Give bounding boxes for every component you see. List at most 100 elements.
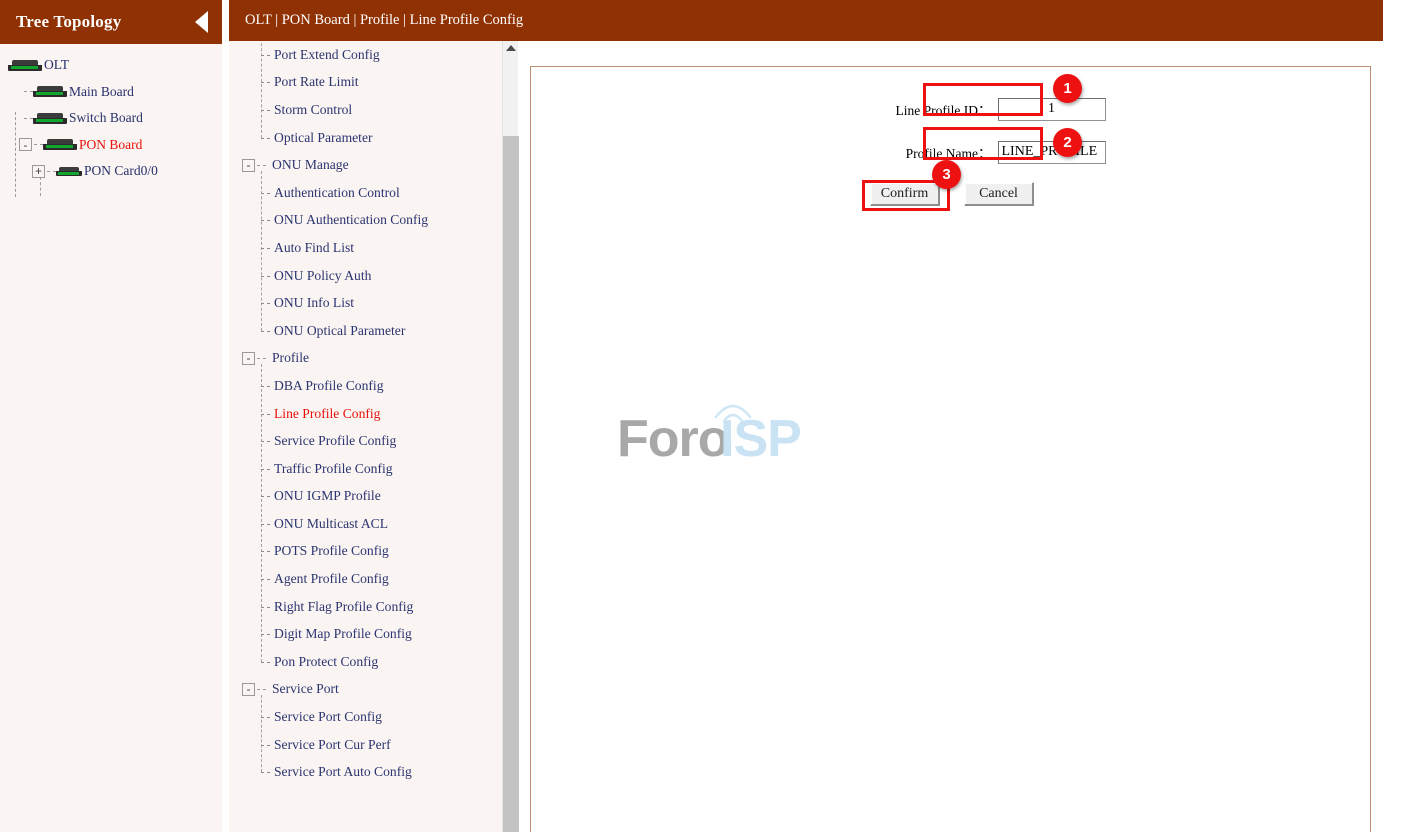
device-icon: [56, 166, 82, 176]
confirm-button[interactable]: Confirm: [869, 182, 940, 206]
menu-item-port-rate-limit[interactable]: Port Rate Limit: [229, 69, 502, 97]
menu-tree-connector: [261, 400, 271, 428]
menu-item-label: Agent Profile Config: [274, 571, 389, 587]
menu-tree-connector: [261, 289, 271, 317]
menu-item-label: ONU Manage: [272, 157, 349, 173]
line-profile-id-input[interactable]: [997, 97, 1106, 121]
menu-item-optical-parameter[interactable]: Optical Parameter: [229, 124, 502, 152]
tree-node-label: Switch Board: [69, 110, 143, 126]
menu-tree-connector: [261, 703, 271, 731]
menu-item-onu-igmp-profile[interactable]: ONU IGMP Profile: [229, 483, 502, 511]
tree-node-pon-card-0-0[interactable]: + PON Card0/0: [0, 158, 222, 185]
menu-item-label: Service Profile Config: [274, 433, 397, 449]
menu-tree-connector: [261, 427, 271, 455]
collapse-expander-icon[interactable]: -: [19, 138, 32, 152]
tree-connector: [24, 117, 33, 119]
line-profile-id-label: Line Profile ID：: [895, 103, 992, 118]
device-icon: [8, 59, 42, 71]
menu-item-onu-authentication-config[interactable]: ONU Authentication Config: [229, 207, 502, 235]
menu-item-service-profile-config[interactable]: Service Profile Config: [229, 427, 502, 455]
menu-item-onu-policy-auth[interactable]: ONU Policy Auth: [229, 262, 502, 290]
menu-item-label: DBA Profile Config: [274, 377, 384, 393]
menu-item-service-port-config[interactable]: Service Port Config: [229, 703, 502, 731]
content-panel: Line Profile ID： Profile Name： Confirm C…: [530, 66, 1371, 832]
menu-item-line-profile-config[interactable]: Line Profile Config: [229, 400, 502, 428]
menu-item-profile[interactable]: - Profile: [229, 345, 502, 373]
menu-item-onu-multicast-acl[interactable]: ONU Multicast ACL: [229, 510, 502, 538]
menu-item-label: Service Port Cur Perf: [274, 736, 391, 752]
menu-item-service-port-auto-config[interactable]: Service Port Auto Config: [229, 758, 502, 786]
menu-item-label: POTS Profile Config: [274, 543, 389, 559]
scrollbar-thumb[interactable]: [503, 136, 519, 832]
menu-item-label: Profile: [272, 350, 309, 366]
menu-item-pots-profile-config[interactable]: POTS Profile Config: [229, 538, 502, 566]
menu-item-right-flag-profile-config[interactable]: Right Flag Profile Config: [229, 593, 502, 621]
tree-node-label: OLT: [44, 57, 70, 73]
triangle-up-icon[interactable]: [506, 45, 516, 51]
menu-tree-connector: [261, 620, 271, 648]
watermark-text-foro: Foro: [617, 410, 730, 468]
tree-connector: [34, 144, 43, 146]
menu-scrollbar[interactable]: [502, 41, 519, 832]
menu-item-label: Right Flag Profile Config: [274, 598, 414, 614]
menu-item-label: ONU Optical Parameter: [274, 322, 406, 338]
menu-item-digit-map-profile-config[interactable]: Digit Map Profile Config: [229, 620, 502, 648]
collapse-expander-icon[interactable]: -: [242, 158, 255, 172]
breadcrumb-bar: OLT | PON Board | Profile | Line Profile…: [229, 0, 1383, 41]
sidebar-title: Tree Topology: [16, 12, 122, 31]
menu-item-service-port[interactable]: - Service Port: [229, 676, 502, 704]
tree-connector: [47, 170, 56, 172]
menu-item-traffic-profile-config[interactable]: Traffic Profile Config: [229, 455, 502, 483]
sidebar-header: Tree Topology: [0, 0, 222, 44]
menu-item-onu-optical-parameter[interactable]: ONU Optical Parameter: [229, 317, 502, 345]
menu-tree-connector: [261, 538, 271, 566]
menu-item-service-port-cur-perf[interactable]: Service Port Cur Perf: [229, 731, 502, 759]
menu-item-label: Auto Find List: [274, 239, 355, 255]
menu-tree-connector: [261, 731, 271, 759]
collapse-expander-icon[interactable]: -: [242, 682, 255, 696]
topology-tree: OLT Main Board Switch Board - PON Board …: [0, 44, 222, 197]
menu-item-storm-control[interactable]: Storm Control: [229, 96, 502, 124]
tree-node-switch-board[interactable]: Switch Board: [0, 105, 222, 132]
menu-item-pon-protect-config[interactable]: Pon Protect Config: [229, 648, 502, 676]
profile-name-label: Profile Name：: [905, 146, 992, 161]
tree-node-label: Main Board: [69, 83, 134, 99]
annotation-badge-2: 2: [1053, 128, 1082, 157]
profile-name-input[interactable]: [997, 140, 1106, 164]
device-icon: [33, 112, 67, 124]
menu-item-onu-info-list[interactable]: ONU Info List: [229, 289, 502, 317]
tree-node-main-board[interactable]: Main Board: [0, 79, 222, 106]
annotation-badge-1: 1: [1053, 74, 1082, 103]
menu-item-authentication-control[interactable]: Authentication Control: [229, 179, 502, 207]
menu-item-port-extend-config[interactable]: Port Extend Config: [229, 41, 502, 69]
tree-node-pon-board[interactable]: - PON Board: [0, 132, 222, 159]
menu-tree-connector: [261, 317, 271, 345]
menu-item-agent-profile-config[interactable]: Agent Profile Config: [229, 565, 502, 593]
form-row-line-profile-id: Line Profile ID：: [531, 87, 1372, 131]
menu-item-onu-manage[interactable]: - ONU Manage: [229, 151, 502, 179]
menu-item-dba-profile-config[interactable]: DBA Profile Config: [229, 372, 502, 400]
tree-connector: [24, 91, 33, 93]
menu-item-label: Storm Control: [274, 101, 353, 117]
menu-item-label: Traffic Profile Config: [274, 460, 393, 476]
tree-topology-sidebar: Tree Topology OLT Main Board Switch Boar…: [0, 0, 222, 832]
tree-node-olt[interactable]: OLT: [0, 52, 222, 79]
collapse-expander-icon[interactable]: -: [242, 351, 255, 365]
menu-tree-connector: [261, 593, 271, 621]
foroisp-watermark: Foro ISP: [617, 397, 817, 477]
cancel-button[interactable]: Cancel: [963, 182, 1034, 206]
menu-tree-connector: [257, 688, 266, 690]
menu-tree-connector: [261, 69, 271, 97]
device-icon: [33, 86, 67, 98]
navigation-menu-list: Port Extend Config Port Rate Limit Storm C…: [229, 41, 502, 786]
menu-tree-connector: [261, 234, 271, 262]
menu-tree-connector: [257, 357, 266, 359]
expand-expander-icon[interactable]: +: [32, 164, 45, 178]
triangle-left-icon[interactable]: [195, 11, 208, 33]
menu-item-label: Pon Protect Config: [274, 653, 379, 669]
wifi-arc-icon: [714, 404, 752, 423]
menu-tree-connector: [261, 262, 271, 290]
menu-item-auto-find-list[interactable]: Auto Find List: [229, 234, 502, 262]
menu-tree-connector: [261, 372, 271, 400]
breadcrumb: OLT | PON Board | Profile | Line Profile…: [245, 12, 524, 28]
